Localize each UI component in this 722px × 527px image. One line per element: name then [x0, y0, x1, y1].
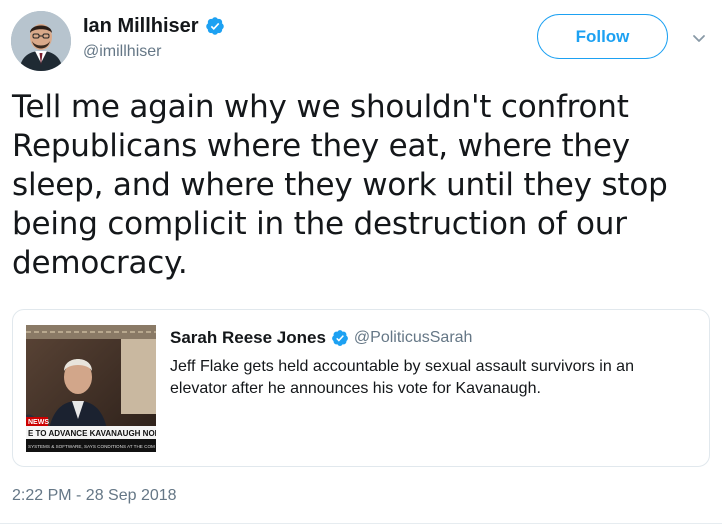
verified-badge-icon: [332, 330, 348, 346]
tweet-card: Ian Millhiser @imillhiser Follow Tell me…: [0, 0, 722, 527]
chyron-headline: E TO ADVANCE KAVANAUGH NOMINATION: [28, 429, 156, 438]
quoted-tweet[interactable]: NEWS E TO ADVANCE KAVANAUGH NOMINATION S…: [12, 309, 710, 467]
quoted-tweet-media[interactable]: NEWS E TO ADVANCE KAVANAUGH NOMINATION S…: [26, 325, 156, 452]
quoted-author-name[interactable]: Sarah Reese Jones: [170, 328, 326, 348]
avatar[interactable]: [11, 11, 71, 71]
quoted-tweet-text: Jeff Flake gets held accountable by sexu…: [170, 358, 634, 397]
author-handle[interactable]: @imillhiser: [83, 43, 161, 61]
divider: [0, 523, 722, 524]
news-ticker: SYSTEMS & SOFTWARE, SAYS CONDITIONS AT T…: [28, 444, 155, 449]
chevron-down-icon[interactable]: [691, 30, 707, 46]
tweet-timestamp[interactable]: 2:22 PM - 28 Sep 2018: [12, 487, 177, 505]
verified-badge-icon: [205, 17, 224, 35]
tweet-text: Tell me again why we shouldn't confront …: [12, 89, 668, 281]
follow-button[interactable]: Follow: [537, 14, 668, 59]
author-name-row: Ian Millhiser: [83, 14, 225, 38]
author-display-name[interactable]: Ian Millhiser: [83, 14, 199, 38]
video-thumbnail: NEWS E TO ADVANCE KAVANAUGH NOMINATION S…: [26, 325, 156, 452]
news-badge: NEWS: [28, 419, 49, 426]
quoted-author-row: Sarah Reese Jones @PoliticusSarah: [170, 328, 472, 348]
quoted-author-handle[interactable]: @PoliticusSarah: [354, 329, 473, 347]
avatar-image: [11, 11, 71, 71]
